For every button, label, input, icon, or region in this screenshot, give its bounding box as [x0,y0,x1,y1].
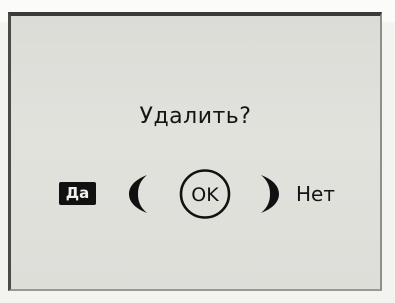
ok-button[interactable]: OK [178,168,232,220]
lcd-screen: Удалить? Да OK Нет [8,12,382,291]
dialog-controls: Да OK Нет [11,168,380,220]
chevron-right-icon[interactable] [259,174,281,214]
ok-label: OK [191,184,219,206]
chevron-left-icon[interactable] [127,174,149,214]
no-option[interactable]: Нет [296,182,335,206]
delete-prompt: Удалить? [139,104,252,129]
device-photo: Удалить? Да OK Нет [0,0,395,303]
yes-option[interactable]: Да [59,182,96,205]
